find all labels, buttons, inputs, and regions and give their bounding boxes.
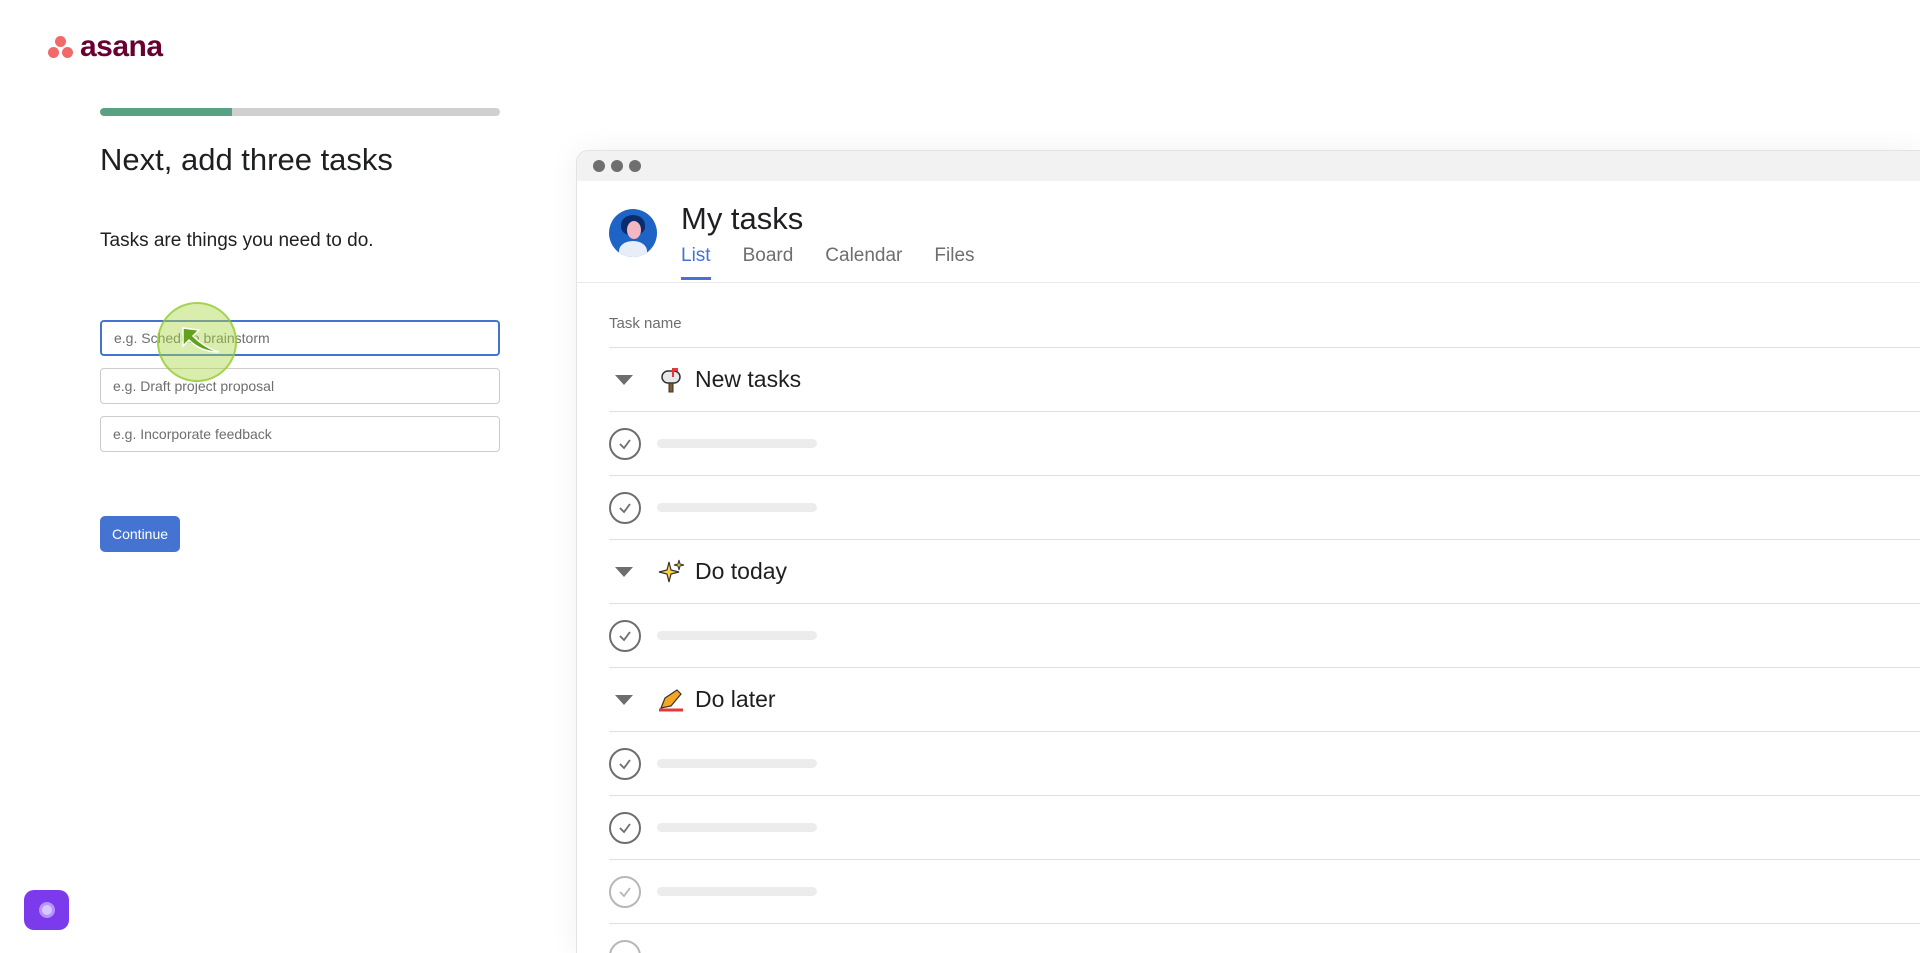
task-input-2[interactable] (100, 368, 500, 404)
task-row (609, 476, 1920, 540)
asana-dots-icon (48, 34, 74, 60)
task-row (609, 924, 1920, 953)
caret-down-icon[interactable] (615, 694, 633, 705)
checkmark-icon[interactable] (609, 747, 641, 780)
task-placeholder (657, 439, 817, 448)
section-label: Do later (695, 686, 776, 712)
checkmark-icon[interactable] (609, 491, 641, 524)
chat-bubble-icon (38, 902, 55, 918)
checkmark-icon[interactable] (609, 875, 641, 908)
section-label: New tasks (695, 366, 802, 392)
section-do-today: Do today (609, 540, 1920, 604)
section-do-later: Do later (609, 668, 1920, 732)
task-row (609, 860, 1920, 924)
tab-board[interactable]: Board (743, 245, 794, 280)
task-input-1[interactable] (100, 320, 500, 356)
view-tabs: List Board Calendar Files (681, 245, 975, 280)
my-tasks-preview: My tasks List Board Calendar Files Task … (576, 150, 1920, 953)
task-placeholder (657, 759, 817, 768)
task-row (609, 732, 1920, 796)
window-titlebar (577, 151, 1920, 181)
logo-wordmark: asana (80, 30, 163, 63)
task-row (609, 604, 1920, 668)
window-dot-icon (611, 160, 623, 172)
task-placeholder (657, 503, 817, 512)
tab-list[interactable]: List (681, 245, 711, 280)
my-tasks-title: My tasks (681, 201, 804, 236)
window-dot-icon (593, 160, 605, 172)
checkmark-icon[interactable] (609, 939, 641, 953)
my-tasks-header: My tasks List Board Calendar Files (577, 181, 1920, 283)
task-placeholder (657, 823, 817, 832)
window-dot-icon (629, 160, 641, 172)
onboarding-progress-bar (100, 108, 500, 116)
section-new-tasks: New tasks (609, 348, 1920, 412)
caret-down-icon[interactable] (615, 374, 633, 385)
task-row (609, 796, 1920, 860)
help-chat-button[interactable] (24, 890, 69, 930)
section-label: Do today (695, 558, 788, 584)
column-header: Task name (609, 283, 1920, 348)
avatar (609, 209, 657, 257)
task-placeholder (657, 887, 817, 896)
progress-fill (100, 108, 232, 116)
caret-down-icon[interactable] (615, 566, 633, 577)
column-header-task-name: Task name (609, 315, 682, 332)
pencil-icon (659, 688, 683, 711)
asana-logo: asana (48, 30, 163, 64)
tab-files[interactable]: Files (934, 245, 974, 280)
task-row (609, 412, 1920, 476)
page-subtitle: Tasks are things you need to do. (100, 230, 374, 251)
checkmark-icon[interactable] (609, 619, 641, 652)
page-title: Next, add three tasks (100, 142, 393, 177)
mailbox-icon (661, 367, 681, 392)
checkmark-icon[interactable] (609, 811, 641, 844)
task-placeholder (657, 631, 817, 640)
sparkles-icon (658, 559, 685, 582)
task-input-3[interactable] (100, 416, 500, 452)
checkmark-icon[interactable] (609, 427, 641, 460)
tab-calendar[interactable]: Calendar (825, 245, 902, 280)
continue-button[interactable]: Continue (100, 516, 181, 552)
